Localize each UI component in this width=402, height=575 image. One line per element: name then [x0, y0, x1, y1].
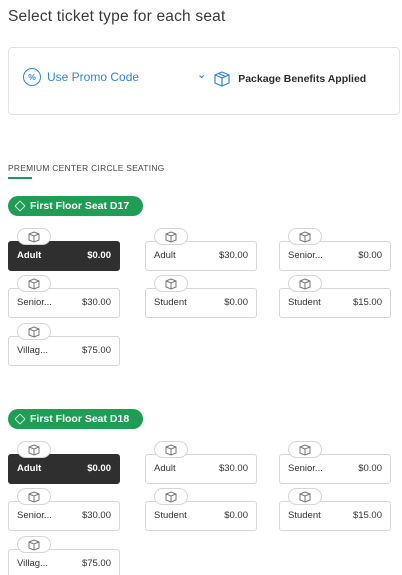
ticket-type-name: Senior...	[288, 463, 323, 474]
seat-block: First Floor Seat D17 Adult $0.00 Adult $30.0…	[8, 196, 400, 386]
package-box-icon	[17, 536, 51, 553]
page-title: Select ticket type for each seat	[8, 8, 226, 25]
seat-block: First Floor Seat D18 Adult $0.00 Adult $30.0…	[8, 409, 400, 575]
ticket-price: $0.00	[224, 510, 248, 521]
ticket-type-name: Student	[154, 510, 187, 521]
ticket-type-name: Senior...	[17, 297, 52, 308]
ticket-price: $75.00	[81, 558, 111, 569]
package-box-icon	[288, 228, 322, 245]
tag-icon	[14, 200, 26, 212]
package-box-icon	[154, 441, 188, 458]
package-box-icon	[288, 275, 322, 292]
ticket-option[interactable]: Adult $30.00	[145, 228, 257, 271]
ticket-price: $15.00	[352, 510, 382, 521]
ticket-option[interactable]: Adult $0.00	[8, 228, 120, 271]
ticket-price: $30.00	[218, 250, 248, 261]
package-box-icon	[17, 323, 51, 340]
ticket-price: $0.00	[87, 463, 111, 474]
tag-icon	[14, 413, 26, 425]
ticket-option[interactable]: Villag... $75.00	[8, 536, 120, 575]
ticket-price: $0.00	[358, 250, 382, 261]
ticket-type-name: Adult	[17, 250, 42, 261]
package-box-icon	[154, 275, 188, 292]
ticket-type-name: Student	[288, 297, 321, 308]
ticket-option[interactable]: Villag... $75.00	[8, 323, 120, 366]
seat-label: First Floor Seat D17	[30, 200, 130, 212]
ticket-option[interactable]: Adult $0.00	[8, 441, 120, 484]
ticket-price: $30.00	[218, 463, 248, 474]
chevron-down-icon: ⌄	[197, 68, 207, 81]
percent-badge-icon: %	[23, 68, 41, 86]
package-benefits-label: Package Benefits Applied	[238, 73, 367, 85]
package-box-icon	[17, 275, 51, 292]
seat-badge: First Floor Seat D17	[8, 196, 144, 216]
ticket-price: $15.00	[352, 297, 382, 308]
promo-label: Use Promo Code	[47, 70, 140, 84]
ticket-option[interactable]: Senior... $30.00	[8, 488, 120, 531]
section-underline	[8, 177, 32, 179]
ticket-price: $30.00	[81, 297, 111, 308]
ticket-price: $30.00	[81, 510, 111, 521]
ticket-type-name: Senior...	[288, 250, 323, 261]
ticket-type-name: Student	[288, 510, 321, 521]
seat-badge: First Floor Seat D18	[8, 409, 144, 429]
ticket-type-name: Villag...	[17, 558, 48, 569]
ticket-type-name: Adult	[17, 463, 42, 474]
promo-card: % Use Promo Code ⌄ Package Benefits Appl…	[8, 47, 400, 115]
seat-label: First Floor Seat D18	[30, 413, 130, 425]
ticket-option[interactable]: Senior... $30.00	[8, 275, 120, 318]
ticket-option[interactable]: Adult $30.00	[145, 441, 257, 484]
ticket-price: $0.00	[358, 463, 382, 474]
ticket-price: $75.00	[81, 345, 111, 356]
section-label: PREMIUM CENTER CIRCLE SEATING	[8, 163, 165, 173]
package-box-icon	[17, 228, 51, 245]
ticket-price: $0.00	[87, 250, 111, 261]
package-box-icon	[17, 441, 51, 458]
ticket-option[interactable]: Student $0.00	[145, 488, 257, 531]
package-box-icon	[288, 441, 322, 458]
ticket-price: $0.00	[224, 297, 248, 308]
ticket-type-name: Student	[154, 297, 187, 308]
ticket-type-name: Senior...	[17, 510, 52, 521]
ticket-type-name: Adult	[154, 463, 176, 474]
ticket-option[interactable]: Senior... $0.00	[279, 228, 391, 271]
package-box-icon	[154, 488, 188, 505]
ticket-option[interactable]: Student $15.00	[279, 275, 391, 318]
ticket-option[interactable]: Student $0.00	[145, 275, 257, 318]
ticket-type-name: Villag...	[17, 345, 48, 356]
ticket-option[interactable]: Student $15.00	[279, 488, 391, 531]
use-promo-code-link[interactable]: % Use Promo Code	[23, 68, 139, 86]
package-box-icon	[212, 70, 232, 88]
package-benefits[interactable]: ⌄ Package Benefits Applied	[197, 68, 367, 88]
ticket-option[interactable]: Senior... $0.00	[279, 441, 391, 484]
package-box-icon	[17, 488, 51, 505]
package-box-icon	[154, 228, 188, 245]
ticket-type-name: Adult	[154, 250, 176, 261]
package-box-icon	[288, 488, 322, 505]
